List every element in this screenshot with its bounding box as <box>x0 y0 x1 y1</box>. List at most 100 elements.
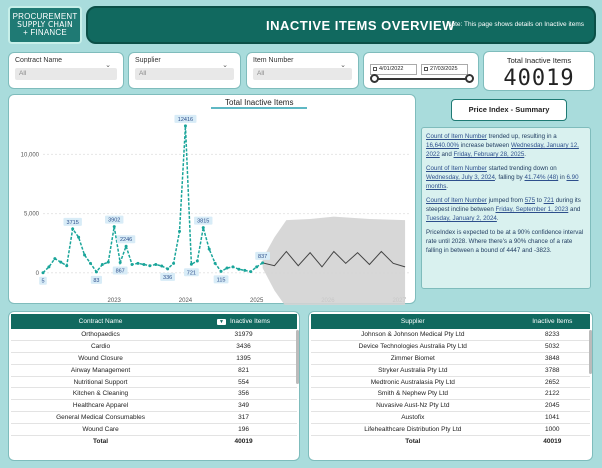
date-slider-track[interactable] <box>370 74 474 83</box>
narrative-link: Count of Item Number <box>426 197 487 204</box>
narrative-paragraph-1: Count of Item Number trended up, resulti… <box>426 132 586 159</box>
contract-name-slicer[interactable]: Contract Name All ⌄ <box>8 52 124 89</box>
contract-name-dropdown[interactable]: All ⌄ <box>15 62 117 80</box>
price-index-summary-button[interactable]: Price Index - Summary <box>451 99 567 121</box>
row-label-cell: Device Technologies Australia Pty Ltd <box>311 340 515 354</box>
table-row[interactable]: Zimmer Biomet 3848 <box>311 352 590 365</box>
slicer-label: Contract Name <box>15 57 63 64</box>
x-tick-label: 2023 <box>108 298 122 304</box>
page-note: Note: This page shows details on Inactiv… <box>446 21 584 28</box>
table-row[interactable]: Johnson & Johnson Medical Pty Ltd 8233 <box>311 329 590 342</box>
start-date-input[interactable]: 4/01/2022 <box>370 64 417 75</box>
table-row[interactable]: Nutritional Support 554 <box>11 376 297 389</box>
row-value-cell: 317 <box>190 411 297 424</box>
data-point <box>160 264 164 268</box>
narrative-text: jumped from <box>486 197 525 204</box>
data-point <box>213 261 217 265</box>
data-label: 837 <box>258 254 267 260</box>
scrollbar[interactable] <box>589 330 592 374</box>
table-row[interactable]: Device Technologies Australia Pty Ltd 503… <box>311 340 590 354</box>
narrative-text: . <box>524 151 526 158</box>
item-number-dropdown[interactable]: All ⌄ <box>253 62 352 80</box>
row-label-cell: Airway Management <box>11 364 191 377</box>
table-row[interactable]: Wound Care 196 <box>11 423 297 436</box>
chevron-down-icon[interactable]: ⌄ <box>222 61 228 69</box>
date-range-slicer[interactable]: 4/01/2022 27/03/2025 <box>363 52 479 89</box>
data-point <box>65 264 69 268</box>
table-row[interactable]: Orthopaedics 31979 <box>11 329 297 342</box>
data-label: 5 <box>41 279 44 285</box>
data-label: 336 <box>163 275 172 281</box>
row-value-cell: 2045 <box>514 399 590 413</box>
row-label-cell: Johnson & Johnson Medical Pty Ltd <box>311 329 515 342</box>
dropdown-value: All <box>139 70 147 77</box>
data-point <box>100 263 104 267</box>
data-point <box>201 226 205 230</box>
inactive-items-chart: Total Inactive Items 0 5,000 10,000 2023 202… <box>8 94 416 305</box>
row-value-cell: 349 <box>190 399 297 413</box>
table-row[interactable]: Wound Closure 1395 <box>11 352 297 365</box>
table-row[interactable]: Medtronic Australasia Pty Ltd 2652 <box>311 376 590 389</box>
data-point <box>225 266 229 270</box>
end-date-input[interactable]: 27/03/2025 <box>421 64 468 75</box>
data-point <box>83 253 87 257</box>
scrollbar[interactable] <box>296 330 299 384</box>
table-row[interactable]: Kitchen & Cleaning 356 <box>11 387 297 401</box>
row-label-cell: Stryker Australia Pty Ltd <box>311 364 515 377</box>
row-value-cell: 8233 <box>514 329 590 342</box>
table-row[interactable]: Stryker Australia Pty Ltd 3788 <box>311 364 590 377</box>
column-header-inactive-items[interactable]: Inactive Items <box>514 314 590 329</box>
data-point <box>189 262 193 266</box>
row-label-cell: Wound Closure <box>11 352 191 365</box>
data-point <box>112 225 116 229</box>
end-date-value: 27/03/2025 <box>430 66 458 72</box>
table-row[interactable]: Healthcare Apparel 349 <box>11 399 297 413</box>
row-label-cell: Zimmer Biomet <box>311 352 515 365</box>
supplier-slicer[interactable]: Supplier All ⌄ <box>128 52 241 89</box>
table-row[interactable]: Airway Management 821 <box>11 364 297 377</box>
date-slider-end-handle[interactable] <box>465 74 474 83</box>
data-point <box>71 227 75 231</box>
narrative-text: and <box>439 151 454 158</box>
data-point <box>178 229 182 233</box>
data-point <box>53 257 57 261</box>
data-point <box>219 269 223 273</box>
item-number-slicer[interactable]: Item Number All ⌄ <box>246 52 359 89</box>
data-point <box>255 265 259 269</box>
column-header-supplier[interactable]: Supplier <box>311 314 515 329</box>
data-point <box>88 261 92 265</box>
table-row[interactable]: Smith & Nephew Pty Ltd 2122 <box>311 387 590 401</box>
row-value-cell: 554 <box>190 376 297 389</box>
narrative-text: . <box>496 215 499 222</box>
total-label: Total <box>11 434 191 447</box>
data-point <box>136 261 140 265</box>
table-row[interactable]: Nuvasive Aust-Nz Pty Ltd 2045 <box>311 399 590 413</box>
table-row[interactable]: Austofix 1041 <box>311 411 590 424</box>
column-header-contract-name[interactable]: Contract Name <box>11 314 191 329</box>
table-row[interactable]: Cardio 3436 <box>11 340 297 354</box>
narrative-link: 575 <box>524 197 536 204</box>
brand-logo: PROCUREMENT SUPPLY CHAIN + FINANCE <box>8 6 82 44</box>
calendar-icon <box>424 66 428 71</box>
supplier-dropdown[interactable]: All ⌄ <box>135 62 234 80</box>
sort-desc-icon[interactable]: ▼ <box>217 319 226 325</box>
narrative-link: 721 <box>543 197 554 204</box>
chevron-down-icon[interactable]: ⌄ <box>105 61 111 69</box>
total-label: Total <box>311 434 515 447</box>
column-header-inactive-items[interactable]: ▼ Inactive Items <box>190 314 297 329</box>
narrative-link: Wednesday, July 3, 2024 <box>426 174 495 181</box>
data-label: 867 <box>116 269 125 275</box>
table-row[interactable]: Lifehealthcare Distribution Pty Ltd 1000 <box>311 423 590 436</box>
narrative-text: , falling by <box>494 174 525 181</box>
data-point <box>77 235 81 239</box>
data-point <box>183 124 187 128</box>
date-slider-start-handle[interactable] <box>370 74 379 83</box>
chevron-down-icon[interactable]: ⌄ <box>340 61 346 69</box>
table-row[interactable]: General Medical Consumables 317 <box>11 411 297 424</box>
data-point <box>154 263 158 267</box>
row-value-cell: 1000 <box>514 423 590 436</box>
data-point <box>47 265 51 269</box>
row-label-cell: General Medical Consumables <box>11 411 191 424</box>
row-value-cell: 356 <box>190 387 297 401</box>
data-label: 115 <box>217 277 226 283</box>
